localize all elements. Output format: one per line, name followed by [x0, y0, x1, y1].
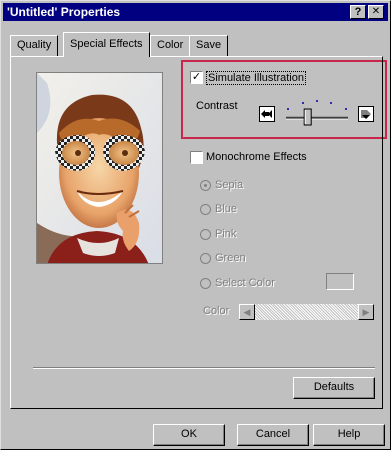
tab-label: Quality	[17, 39, 52, 51]
cancel-button[interactable]: Cancel	[237, 424, 309, 446]
help-icon[interactable]: ?	[350, 5, 366, 19]
properties-dialog: 'Untitled' Properties ? ✕ Quality Specia…	[0, 0, 391, 450]
tab-quality[interactable]: Quality	[10, 35, 59, 57]
tab-special-effects[interactable]: Special Effects	[63, 32, 150, 57]
tab-label: Save	[196, 39, 222, 51]
title-bar: 'Untitled' Properties ? ✕	[3, 3, 388, 21]
tab-label: Special Effects	[70, 38, 143, 50]
special-effects-panel	[10, 56, 383, 409]
tab-label: Color	[157, 39, 184, 51]
tab-color[interactable]: Color	[150, 35, 191, 57]
tab-save[interactable]: Save	[189, 35, 229, 57]
ok-button[interactable]: OK	[153, 424, 225, 446]
help-button[interactable]: Help	[313, 424, 385, 446]
close-icon[interactable]: ✕	[368, 5, 384, 19]
window-title: 'Untitled' Properties	[7, 5, 121, 19]
